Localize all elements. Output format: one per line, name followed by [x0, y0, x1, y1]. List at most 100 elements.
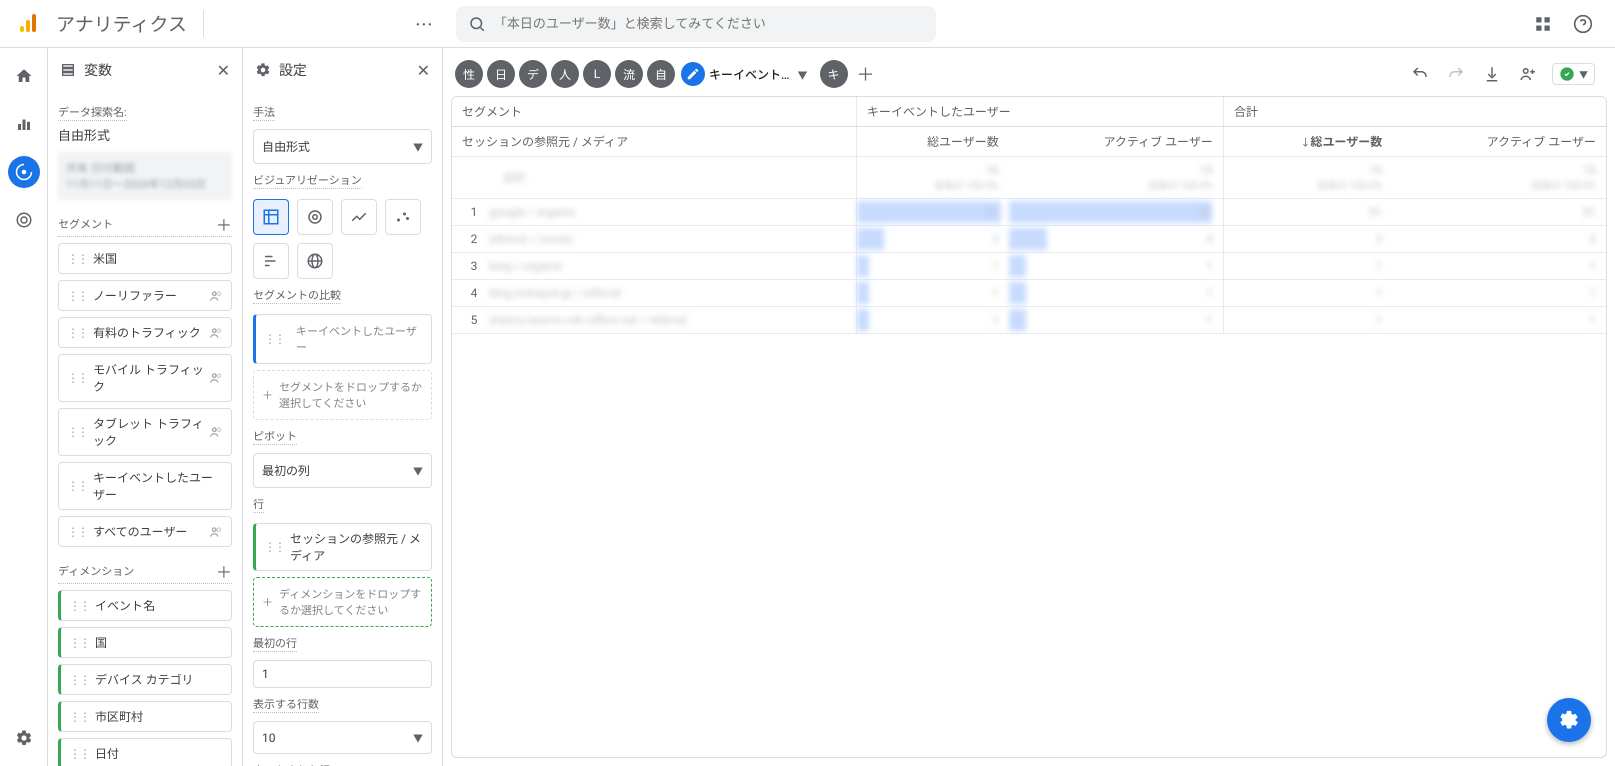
plus-icon: ＋: [262, 594, 273, 610]
search-icon: [468, 15, 486, 33]
nav-home-icon[interactable]: [8, 60, 40, 92]
segment-label: すべてのユーザー: [93, 523, 187, 540]
row-count-select[interactable]: 10▼: [253, 721, 432, 754]
tab-mini[interactable]: 流: [615, 60, 643, 88]
dimension-chip[interactable]: ⋮⋮市区町村: [58, 701, 232, 732]
sort-desc-icon: ↓: [1300, 138, 1310, 149]
tab-mini[interactable]: デ: [519, 60, 547, 88]
segment-chip[interactable]: ⋮⋮モバイル トラフィック: [58, 354, 232, 402]
viz-donut-icon[interactable]: [297, 199, 333, 235]
row-index: 2: [462, 232, 486, 246]
insights-fab[interactable]: [1547, 698, 1591, 742]
apps-icon[interactable]: [1531, 12, 1555, 36]
redo-icon[interactable]: [1444, 62, 1468, 86]
nav-advertising-icon[interactable]: [8, 204, 40, 236]
drag-icon: ⋮⋮: [69, 636, 89, 650]
segment-chip[interactable]: ⋮⋮キーイベントしたユーザー: [58, 462, 232, 510]
dimension-chip[interactable]: ⋮⋮日付: [58, 738, 232, 766]
col-active-users-2[interactable]: アクティブ ユーザー: [1392, 127, 1606, 157]
undo-icon[interactable]: [1408, 62, 1432, 86]
tab-mini[interactable]: 性: [455, 60, 483, 88]
table-row[interactable]: 3 bing / organic1111: [452, 253, 1606, 280]
row-label: statics.teams.cdn.office.net / referral: [489, 313, 686, 327]
dimensions-section-label: ディメンション: [58, 563, 134, 579]
data-table: セグメント キーイベントしたユーザー 合計 セッションの参照元 / メディア 総…: [451, 96, 1607, 758]
col-total-users-2[interactable]: ↓総ユーザー数: [1223, 127, 1392, 157]
close-settings-icon[interactable]: ✕: [417, 61, 430, 80]
segment-label: モバイル トラフィック: [93, 361, 209, 395]
left-nav: [0, 48, 48, 766]
add-segment-icon[interactable]: ＋: [216, 212, 232, 236]
viz-line-icon[interactable]: [341, 199, 377, 235]
segment-label: タブレット トラフィック: [93, 415, 209, 449]
dimension-chip[interactable]: ⋮⋮イベント名: [58, 590, 232, 621]
tab-mini[interactable]: 自: [647, 60, 675, 88]
segment-chip[interactable]: ⋮⋮米国: [58, 243, 232, 274]
viz-table-icon[interactable]: [253, 199, 289, 235]
viz-geo-icon[interactable]: [297, 243, 333, 279]
nav-admin-icon[interactable]: [8, 722, 40, 754]
chevron-down-icon: ▼: [413, 463, 423, 478]
row-count-label: 表示する行数: [253, 696, 319, 713]
close-vars-icon[interactable]: ✕: [217, 61, 230, 80]
table-row[interactable]: 5 statics.teams.cdn.office.net / referra…: [452, 307, 1606, 334]
viz-bar-icon[interactable]: [253, 243, 289, 279]
tab-mini[interactable]: 人: [551, 60, 579, 88]
status-indicator[interactable]: ▼: [1552, 63, 1595, 85]
nav-explore-icon[interactable]: [8, 156, 40, 188]
search-bar[interactable]: [456, 6, 936, 42]
segment-chip[interactable]: ⋮⋮ノーリファラー: [58, 280, 232, 311]
col-group-total: 合計: [1223, 97, 1606, 127]
dimension-drop-zone[interactable]: ＋ディメンションをドロップするか選択してください: [253, 577, 432, 627]
technique-select[interactable]: 自由形式▼: [253, 129, 432, 164]
drag-icon: ⋮⋮: [69, 673, 89, 687]
date-range-box[interactable]: 共有 日付範囲 11月11日〜2024年12月03日: [58, 152, 232, 200]
tab-mini[interactable]: L: [583, 60, 611, 88]
tab-mini[interactable]: キ: [820, 60, 848, 88]
dimension-label: デバイス カテゴリ: [95, 671, 194, 688]
tab-mini[interactable]: 日: [487, 60, 515, 88]
col-total-users-1[interactable]: 総ユーザー数: [856, 127, 1008, 157]
row-dimension-chip[interactable]: ⋮⋮セッションの参照元 / メディア: [253, 523, 432, 571]
share-icon: [209, 371, 223, 385]
viz-label: ビジュアリゼーション: [253, 172, 362, 189]
search-input[interactable]: [494, 16, 924, 31]
viz-scatter-icon[interactable]: [385, 199, 421, 235]
dimension-chip[interactable]: ⋮⋮国: [58, 627, 232, 658]
chevron-down-icon: ▼: [413, 730, 423, 745]
plus-icon: ＋: [262, 387, 273, 403]
dimension-chip[interactable]: ⋮⋮ デバイス カテゴリ: [58, 664, 232, 695]
vars-icon: [60, 62, 76, 78]
table-row[interactable]: 4 blog.hubspot.jp / referral1111: [452, 280, 1606, 307]
drag-icon: ⋮⋮: [67, 479, 87, 493]
table-row[interactable]: 2 (direct) / (none)3333: [452, 226, 1606, 253]
tab-dropdown-icon[interactable]: ▼: [794, 67, 812, 82]
row-label: bing / organic: [489, 259, 563, 273]
col-active-users-1[interactable]: アクティブ ユーザー: [1009, 127, 1224, 157]
help-icon[interactable]: [1571, 12, 1595, 36]
first-row-input[interactable]: 1: [253, 660, 432, 688]
drag-icon: ⋮⋮: [67, 425, 87, 439]
settings-title: 設定: [279, 60, 307, 80]
segment-chip[interactable]: ⋮⋮すべてのユーザー: [58, 516, 232, 547]
nav-reports-icon[interactable]: [8, 108, 40, 140]
add-tab-icon[interactable]: ＋: [852, 60, 880, 88]
add-dimension-icon[interactable]: ＋: [216, 559, 232, 583]
technique-label: 手法: [253, 104, 275, 121]
tab-strip: 性日デ人L流自 キーイベント… ▼ キ ＋ ▼: [451, 56, 1607, 92]
topbar: アナリティクス ⋯: [0, 0, 1615, 48]
pivot-select[interactable]: 最初の列▼: [253, 453, 432, 488]
segment-chip[interactable]: ⋮⋮ タブレット トラフィック: [58, 408, 232, 456]
segment-compare-chip[interactable]: ⋮⋮キーイベントしたユーザー: [253, 314, 432, 364]
table-row[interactable]: 1 google / organic51515151: [452, 199, 1606, 226]
share-icon: [209, 425, 223, 439]
exploration-name[interactable]: 自由形式: [58, 125, 232, 144]
more-icon[interactable]: ⋯: [412, 12, 436, 36]
col-source[interactable]: セッションの参照元 / メディア: [452, 127, 856, 157]
share-icon[interactable]: [1516, 62, 1540, 86]
variables-panel: 変数 ✕ データ探索名: 自由形式 共有 日付範囲 11月11日〜2024年12…: [48, 48, 243, 766]
segment-chip[interactable]: ⋮⋮有料のトラフィック: [58, 317, 232, 348]
segment-drop-zone[interactable]: ＋セグメントをドロップするか選択してください: [253, 370, 432, 420]
active-tab[interactable]: キーイベント… ▼: [679, 60, 816, 88]
download-icon[interactable]: [1480, 62, 1504, 86]
